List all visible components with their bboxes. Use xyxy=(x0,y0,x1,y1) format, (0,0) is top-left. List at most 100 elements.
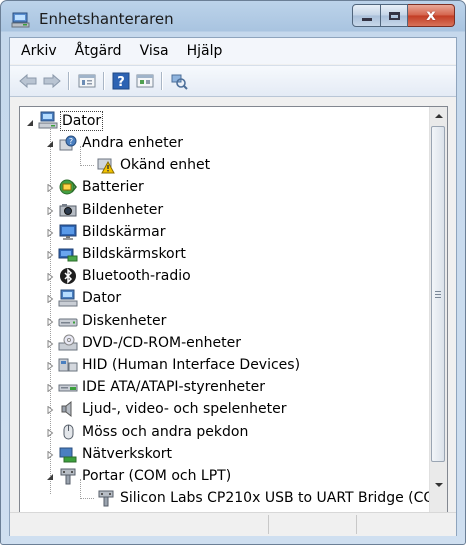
tree-category-row[interactable]: Dator xyxy=(80,287,123,309)
svg-text:?: ? xyxy=(69,137,73,146)
display-adapter-icon xyxy=(58,245,78,263)
tree-category-row[interactable]: IDE ATA/ATAPI-styrenheter xyxy=(80,376,267,398)
title-bar[interactable]: Enhetshanteraren x xyxy=(1,1,465,37)
device-tree[interactable]: Dator ? Andra enheter Okänd enhet Batterier… xyxy=(19,106,448,526)
computer-icon xyxy=(58,289,78,307)
tree-category-row[interactable]: Ljud-, video- och spelenheter xyxy=(80,398,289,420)
tree-category-row[interactable]: Möss och andra pekdon xyxy=(80,421,250,443)
category-expand-arrow[interactable] xyxy=(46,384,54,393)
help-button[interactable]: ? xyxy=(110,71,132,91)
category-expand-arrow[interactable] xyxy=(46,428,54,437)
toolbar-separator xyxy=(161,72,162,90)
tree-category-label: Bildenheter xyxy=(82,201,164,218)
category-expand-arrow[interactable] xyxy=(46,295,54,304)
category-collapse-arrow[interactable] xyxy=(46,140,54,148)
properties-button[interactable] xyxy=(76,71,98,91)
tree-category-row[interactable]: HID (Human Interface Devices) xyxy=(80,354,302,376)
tree-category-label: Dator xyxy=(82,290,122,307)
unknown-devices-icon: ? xyxy=(58,134,78,152)
tree-category-row[interactable]: Diskenheter xyxy=(80,310,168,332)
forward-button[interactable] xyxy=(41,71,63,91)
forward-arrow-icon xyxy=(43,73,61,89)
client-area: Arkiv Åtgärd Visa Hjälp ? Dator ? Andra … xyxy=(9,37,457,536)
scroll-thumb[interactable] xyxy=(431,126,445,462)
network-adapter-icon xyxy=(58,445,78,463)
scroll-down-icon xyxy=(434,482,443,487)
expanded-triangle-icon xyxy=(47,474,53,480)
scan-hardware-button[interactable] xyxy=(168,71,190,91)
scroll-up-button[interactable] xyxy=(430,107,447,124)
tree-connector xyxy=(50,127,51,495)
tree-category-label: HID (Human Interface Devices) xyxy=(82,357,301,373)
category-expand-arrow[interactable] xyxy=(46,251,54,259)
menu-arkiv[interactable]: Arkiv xyxy=(12,43,66,59)
hid-icon xyxy=(58,356,78,374)
tree-category-label: Andra enheter xyxy=(82,135,183,151)
back-button[interactable] xyxy=(17,71,39,91)
category-expand-arrow[interactable] xyxy=(46,184,54,193)
disk-drive-icon xyxy=(58,312,78,330)
collapsed-triangle-icon xyxy=(47,206,54,215)
scroll-down-button[interactable] xyxy=(430,476,447,493)
tree-category-row[interactable]: Batterier xyxy=(80,176,146,198)
minimize-button[interactable] xyxy=(352,4,381,27)
category-expand-arrow[interactable] xyxy=(46,206,54,215)
category-collapse-arrow[interactable] xyxy=(46,473,54,481)
tree-category-row[interactable]: Portar (COM och LPT) xyxy=(80,465,233,487)
status-cell-divider xyxy=(268,515,269,534)
device-manager-window: Enhetshanteraren x Arkiv Åtgärd Visa Hjä… xyxy=(0,0,466,545)
tree-root-label: Dator xyxy=(60,111,104,131)
category-expand-arrow[interactable] xyxy=(46,406,54,415)
menu-visa[interactable]: Visa xyxy=(131,43,178,59)
tree-category-row[interactable]: Bluetooth-radio xyxy=(80,265,193,287)
tree-category-row[interactable]: Nätverkskort xyxy=(80,443,174,465)
minimize-icon xyxy=(361,18,372,21)
mouse-icon xyxy=(58,423,78,441)
category-expand-arrow[interactable] xyxy=(46,362,54,370)
tree-category-row[interactable]: Bildskärmskort xyxy=(80,243,188,265)
tree-connector xyxy=(80,146,81,167)
tree-child-row[interactable]: Okänd enhet xyxy=(118,154,212,176)
tree-root-row[interactable]: Dator xyxy=(60,110,104,132)
menu-hjalp[interactable]: Hjälp xyxy=(178,43,232,59)
tree-category-row[interactable]: Andra enheter xyxy=(80,132,185,154)
tree-child-label: Okänd enhet xyxy=(120,157,211,174)
expanded-triangle-icon xyxy=(27,120,33,126)
collapsed-triangle-icon xyxy=(47,428,54,437)
vertical-scrollbar[interactable] xyxy=(429,107,447,525)
collapsed-triangle-icon xyxy=(47,251,54,259)
category-expand-arrow[interactable] xyxy=(46,339,54,348)
dvd-icon xyxy=(58,334,78,352)
tree-category-label: Bildskärmar xyxy=(82,223,166,240)
maximize-button[interactable] xyxy=(381,4,408,27)
category-expand-arrow[interactable] xyxy=(46,317,54,326)
computer-icon xyxy=(38,111,58,129)
tree-child-label: Silicon Labs CP210x USB to UART Bridge (… xyxy=(120,490,448,507)
camera-icon xyxy=(58,201,78,219)
category-expand-arrow[interactable] xyxy=(46,273,54,282)
tree-category-row[interactable]: DVD-/CD-ROM-enheter xyxy=(80,332,243,354)
scan-hardware-icon xyxy=(171,74,188,90)
collapsed-triangle-icon xyxy=(47,339,54,348)
category-expand-arrow[interactable] xyxy=(46,228,54,237)
status-cell-divider xyxy=(356,515,357,534)
root-collapse-arrow[interactable] xyxy=(26,119,34,127)
show-hidden-button[interactable] xyxy=(134,71,156,91)
maximize-icon xyxy=(388,11,400,20)
tree-category-label: Möss och andra pekdon xyxy=(82,423,249,440)
tree-category-label: Nätverkskort xyxy=(82,445,173,462)
collapsed-triangle-icon xyxy=(47,273,54,282)
show-hidden-icon xyxy=(136,74,154,88)
tree-category-row[interactable]: Bildenheter xyxy=(80,199,165,221)
tree-category-label: Diskenheter xyxy=(82,312,167,329)
port-icon xyxy=(96,489,116,507)
ide-controller-icon xyxy=(58,378,78,396)
properties-icon xyxy=(78,74,96,88)
close-button[interactable]: x xyxy=(408,4,455,27)
tree-category-row[interactable]: Bildskärmar xyxy=(80,221,168,243)
menu-atgard[interactable]: Åtgärd xyxy=(66,43,131,59)
category-expand-arrow[interactable] xyxy=(46,450,54,459)
tree-child-row[interactable]: Silicon Labs CP210x USB to UART Bridge (… xyxy=(118,487,448,509)
help-icon: ? xyxy=(112,72,130,90)
back-arrow-icon xyxy=(19,73,37,89)
